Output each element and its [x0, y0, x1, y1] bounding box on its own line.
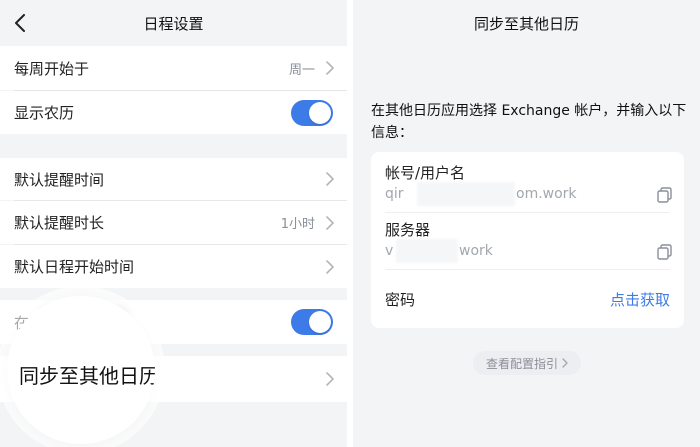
toggle-knob	[309, 101, 331, 124]
chevron-right-icon	[326, 372, 334, 386]
calendar-settings-panel: 日程设置 每周开始于 周一 显示农历 默认提醒时间 默认提醒时长 1小时 默认日…	[0, 0, 347, 447]
account-value-end: om.work	[516, 186, 577, 202]
chevron-right-icon	[326, 259, 334, 274]
copy-icon[interactable]	[656, 186, 674, 204]
right-header: 同步至其他日历	[353, 0, 700, 46]
get-password-link[interactable]: 点击获取	[610, 289, 670, 310]
sync-calendar-panel: 同步至其他日历 在其他日历应用选择 Exchange 帐户，并输入以下信息： 帐…	[353, 0, 700, 447]
left-header: 日程设置	[0, 0, 347, 46]
back-chevron-icon	[15, 14, 25, 32]
magnifier-highlight: 同步至其他日历	[7, 296, 155, 444]
account-value-start: qir	[385, 186, 404, 202]
toggle-knob	[309, 311, 331, 333]
reminder-duration-row[interactable]: 默认提醒时长 1小时	[0, 201, 347, 244]
lunar-label: 显示农历	[14, 104, 75, 122]
reminder-duration-value: 1小时	[280, 217, 315, 232]
sync-label[interactable]: 同步至其他日历	[19, 360, 155, 389]
chevron-right-icon	[562, 358, 568, 368]
week-start-label: 每周开始于	[14, 59, 90, 78]
lunar-row: 显示农历	[0, 91, 347, 134]
lunar-toggle[interactable]	[291, 99, 333, 126]
server-value-start: v	[385, 243, 394, 259]
hidden-setting-toggle[interactable]	[291, 309, 333, 335]
redacted-value	[396, 239, 458, 263]
server-label: 服务器	[385, 221, 431, 239]
server-value-end: work	[459, 243, 493, 259]
password-label: 密码	[385, 291, 416, 309]
guide-label: 查看配置指引	[485, 356, 558, 371]
chevron-right-icon	[326, 61, 334, 75]
divider	[385, 212, 670, 213]
start-time-label: 默认日程开始时间	[14, 258, 135, 276]
divider	[385, 269, 670, 270]
chevron-right-icon	[326, 172, 334, 186]
chevron-right-icon	[326, 215, 334, 230]
start-time-row[interactable]: 默认日程开始时间	[0, 245, 347, 288]
exchange-info-card: 帐号/用户名 qir om.work 服务器 v work 密码 点击获取	[371, 152, 684, 328]
view-guide-button[interactable]: 查看配置指引	[473, 351, 581, 375]
redacted-value	[417, 182, 515, 206]
reminder-duration-label: 默认提醒时长	[14, 214, 105, 232]
page-title: 同步至其他日历	[473, 14, 579, 33]
week-start-value: 周一	[288, 62, 315, 78]
week-start-row[interactable]: 每周开始于 周一	[0, 46, 347, 90]
instruction-text: 在其他日历应用选择 Exchange 帐户，并输入以下信息：	[371, 103, 687, 141]
back-button[interactable]	[10, 11, 30, 35]
reminder-time-label: 默认提醒时间	[14, 170, 105, 189]
account-label: 帐号/用户名	[385, 164, 466, 182]
page-title: 日程设置	[143, 14, 204, 33]
reminder-time-row[interactable]: 默认提醒时间	[0, 158, 347, 200]
copy-icon[interactable]	[656, 243, 674, 261]
